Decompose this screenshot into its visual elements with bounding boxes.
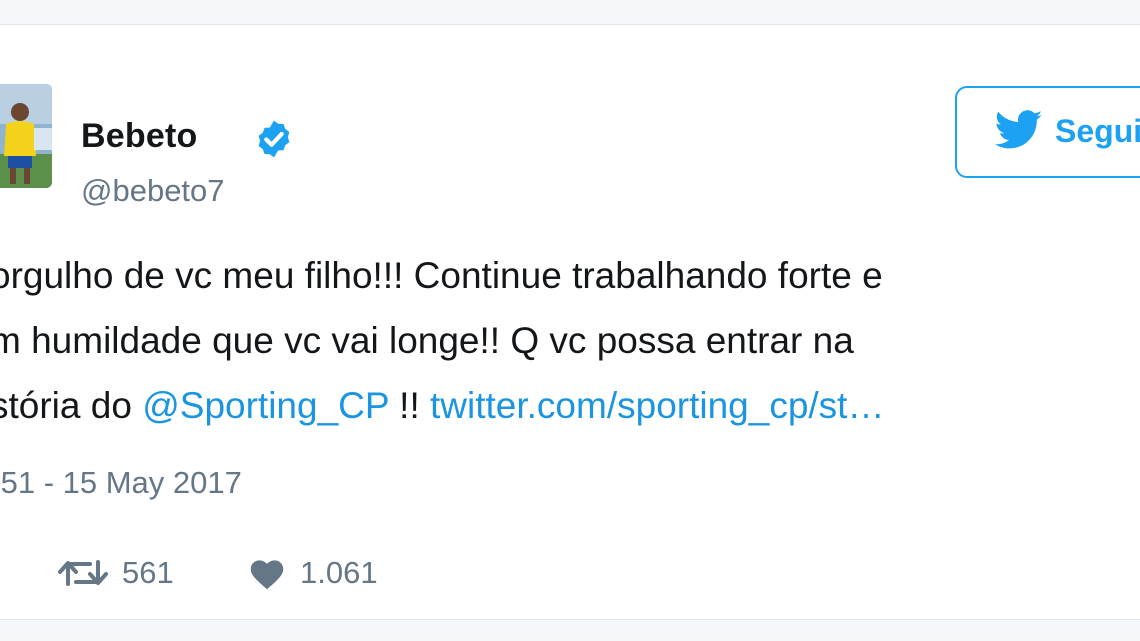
verified-badge-icon bbox=[258, 120, 290, 158]
tweet-line-2: m humildade que vc vai longe!! Q vc poss… bbox=[0, 320, 854, 361]
timestamp[interactable]: :51 - 15 May 2017 bbox=[0, 465, 242, 501]
avatar-image bbox=[0, 84, 52, 188]
retweet-button[interactable]: 561 bbox=[56, 550, 196, 596]
url-link[interactable]: twitter.com/sporting_cp/st… bbox=[430, 385, 884, 426]
tweet-line-3-middle: !! bbox=[388, 385, 431, 426]
tweet-line-3-prefix: stória do bbox=[0, 385, 143, 426]
handle[interactable]: @bebeto7 bbox=[81, 173, 225, 209]
like-count: 1.061 bbox=[300, 555, 378, 590]
heart-icon bbox=[250, 560, 284, 590]
mention-link[interactable]: @Sporting_CP bbox=[142, 385, 389, 426]
follow-button[interactable]: Seguir bbox=[955, 86, 1140, 178]
follow-button-label: Seguir bbox=[1055, 113, 1140, 149]
tweet-card: Bebeto @bebeto7 Seguir orgulho de vc meu… bbox=[0, 24, 1140, 620]
avatar[interactable] bbox=[0, 84, 52, 188]
retweet-count: 561 bbox=[122, 555, 174, 590]
display-name[interactable]: Bebeto bbox=[81, 117, 197, 156]
like-button[interactable]: 1.061 bbox=[248, 550, 418, 596]
tweet-line-3: stória do @Sporting_CP !! twitter.com/sp… bbox=[0, 373, 1140, 438]
tweet-line-1: orgulho de vc meu filho!!! Continue trab… bbox=[0, 255, 883, 296]
retweet-icon bbox=[58, 560, 108, 586]
twitter-bird-icon bbox=[995, 110, 1043, 149]
tweet-text: orgulho de vc meu filho!!! Continue trab… bbox=[0, 243, 1140, 438]
